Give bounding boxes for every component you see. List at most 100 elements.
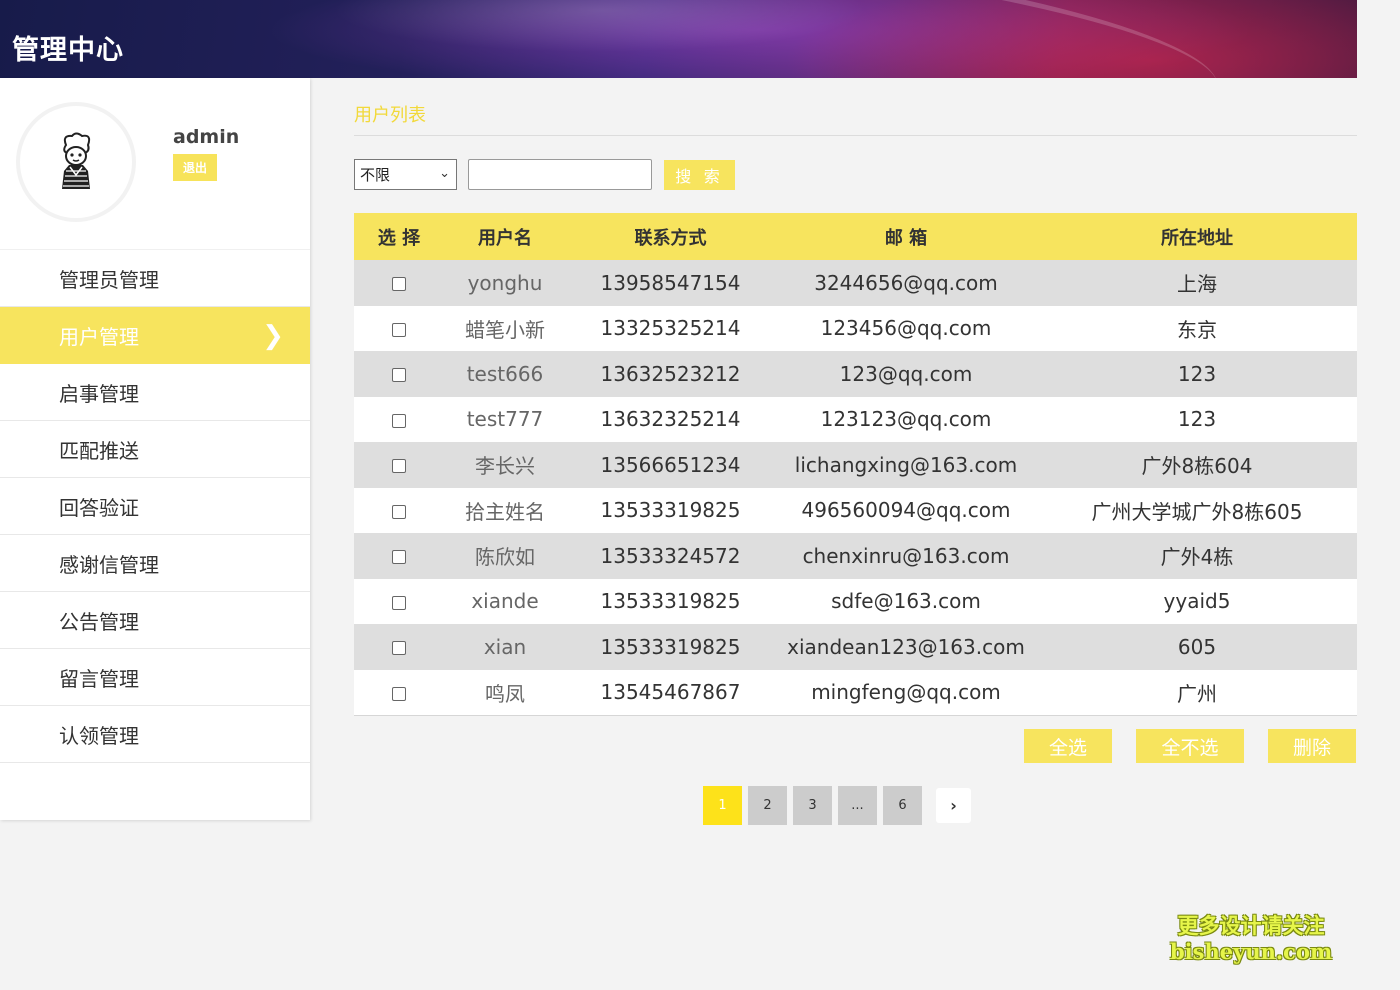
username-cell: 蜡笔小新 bbox=[444, 305, 566, 351]
phone-cell: 13533319825 bbox=[566, 624, 775, 670]
sidebar-item-label: 留言管理 bbox=[59, 666, 139, 691]
row-select-cell bbox=[354, 487, 444, 533]
sidebar-item-announcements[interactable]: 公告管理 bbox=[0, 592, 310, 649]
table-row[interactable]: 鸣凤 13545467867 mingfeng@qq.com 广州 bbox=[354, 669, 1357, 716]
select-none-button[interactable]: 全不选 bbox=[1136, 729, 1244, 763]
sidebar-item-admin[interactable]: 管理员管理 bbox=[0, 250, 310, 307]
sidebar-item-label: 用户管理 bbox=[59, 324, 139, 349]
username-cell: 拾主姓名 bbox=[444, 487, 566, 533]
sidebar-item-messages[interactable]: 留言管理 bbox=[0, 649, 310, 706]
sidebar-item-label: 感谢信管理 bbox=[59, 552, 159, 577]
email-cell: lichangxing@163.com bbox=[775, 442, 1037, 488]
sidebar-item-label: 认领管理 bbox=[59, 723, 139, 748]
row-select-cell bbox=[354, 260, 444, 306]
page-button-1[interactable]: 1 bbox=[703, 786, 742, 825]
username-cell: yonghu bbox=[444, 260, 566, 306]
sidebar-item-label: 启事管理 bbox=[59, 381, 139, 406]
select-all-button[interactable]: 全选 bbox=[1024, 729, 1112, 763]
address-cell: 广州大学城广外8栋605 bbox=[1037, 487, 1357, 533]
phone-cell: 13533324572 bbox=[566, 533, 775, 579]
delete-button[interactable]: 删除 bbox=[1268, 729, 1356, 763]
sidebar-item-answer-verify[interactable]: 回答验证 bbox=[0, 478, 310, 535]
table-body: yonghu 13958547154 3244656@qq.com 上海 蜡笔小新 133… bbox=[354, 260, 1357, 716]
table-row[interactable]: yonghu 13958547154 3244656@qq.com 上海 bbox=[354, 260, 1357, 306]
table-row[interactable]: 李长兴 13566651234 lichangxing@163.com 广外8栋604 bbox=[354, 442, 1357, 488]
row-checkbox[interactable] bbox=[392, 277, 406, 292]
sidebar-item-label: 公告管理 bbox=[59, 609, 139, 634]
watermark-line1: 更多设计请关注 bbox=[1177, 914, 1325, 938]
sidebar-item-notices[interactable]: 启事管理 bbox=[0, 364, 310, 421]
column-header-phone: 联系方式 bbox=[566, 213, 775, 260]
column-header-address: 所在地址 bbox=[1037, 213, 1357, 260]
chevron-right-icon: ❯ bbox=[262, 321, 284, 351]
address-cell: 123 bbox=[1037, 351, 1357, 397]
row-checkbox[interactable] bbox=[392, 322, 406, 337]
sidebar-item-thanks[interactable]: 感谢信管理 bbox=[0, 535, 310, 592]
row-select-cell bbox=[354, 669, 444, 716]
phone-cell: 13958547154 bbox=[566, 260, 775, 306]
table-row[interactable]: test666 13632523212 123@qq.com 123 bbox=[354, 351, 1357, 397]
search-button[interactable]: 搜 索 bbox=[664, 160, 735, 190]
chevron-down-icon: ⌄ bbox=[439, 166, 450, 181]
table-row[interactable]: 蜡笔小新 13325325214 123456@qq.com 东京 bbox=[354, 305, 1357, 351]
app-title: 管理中心 bbox=[12, 35, 124, 66]
watermark: 更多设计请关注 bisheyun.com bbox=[1170, 913, 1332, 965]
row-select-cell bbox=[354, 305, 444, 351]
row-select-cell bbox=[354, 578, 444, 624]
row-checkbox[interactable] bbox=[392, 413, 406, 428]
email-cell: 123@qq.com bbox=[775, 351, 1037, 397]
address-cell: 605 bbox=[1037, 624, 1357, 670]
sidebar: admin 退出 管理员管理 用户管理 ❯ 启事管理 匹配推送 回答验证 感谢信管… bbox=[0, 78, 310, 820]
sidebar-item-claims[interactable]: 认领管理 bbox=[0, 706, 310, 763]
address-cell: 广外8栋604 bbox=[1037, 442, 1357, 488]
header-banner: 管理中心 bbox=[0, 0, 1357, 78]
table-row[interactable]: xian 13533319825 xiandean123@163.com 605 bbox=[354, 624, 1357, 670]
username-cell: xiande bbox=[444, 578, 566, 624]
sidebar-item-match-push[interactable]: 匹配推送 bbox=[0, 421, 310, 478]
page-button-2[interactable]: 2 bbox=[748, 786, 787, 825]
table-row[interactable]: xiande 13533319825 sdfe@163.com yyaid5 bbox=[354, 578, 1357, 624]
next-page-button[interactable]: › bbox=[936, 788, 971, 823]
column-header-username: 用户名 bbox=[444, 213, 566, 260]
email-cell: xiandean123@163.com bbox=[775, 624, 1037, 670]
avatar[interactable] bbox=[16, 102, 136, 222]
table-row[interactable]: test777 13632325214 123123@qq.com 123 bbox=[354, 396, 1357, 442]
username-cell: 鸣凤 bbox=[444, 669, 566, 716]
row-checkbox[interactable] bbox=[392, 686, 406, 701]
row-checkbox[interactable] bbox=[392, 595, 406, 610]
row-checkbox[interactable] bbox=[392, 550, 406, 565]
row-checkbox[interactable] bbox=[392, 368, 406, 383]
username-cell: 陈欣如 bbox=[444, 533, 566, 579]
email-cell: 3244656@qq.com bbox=[775, 260, 1037, 306]
page-button-3[interactable]: 3 bbox=[793, 786, 832, 825]
row-checkbox[interactable] bbox=[392, 504, 406, 519]
phone-cell: 13325325214 bbox=[566, 305, 775, 351]
title-divider bbox=[354, 135, 1357, 136]
search-input[interactable] bbox=[468, 159, 652, 190]
row-checkbox[interactable] bbox=[392, 641, 406, 656]
filter-select[interactable]: 不限 ⌄ bbox=[354, 159, 457, 190]
page-ellipsis: ... bbox=[838, 786, 877, 825]
row-checkbox[interactable] bbox=[392, 459, 406, 474]
watermark-line2: bisheyun.com bbox=[1170, 939, 1333, 964]
sidebar-item-label: 匹配推送 bbox=[59, 438, 139, 463]
table-row[interactable]: 拾主姓名 13533319825 496560094@qq.com 广州大学城广外8栋… bbox=[354, 487, 1357, 533]
page-button-6[interactable]: 6 bbox=[883, 786, 922, 825]
user-table: 选 择 用户名 联系方式 邮 箱 所在地址 yonghu 13958547154 3… bbox=[354, 213, 1357, 716]
phone-cell: 13632325214 bbox=[566, 396, 775, 442]
email-cell: chenxinru@163.com bbox=[775, 533, 1037, 579]
header-decoration bbox=[314, 0, 1226, 78]
username-cell: xian bbox=[444, 624, 566, 670]
email-cell: sdfe@163.com bbox=[775, 578, 1037, 624]
sidebar-item-users[interactable]: 用户管理 ❯ bbox=[0, 307, 310, 364]
logout-button[interactable]: 退出 bbox=[173, 154, 217, 181]
phone-cell: 13545467867 bbox=[566, 669, 775, 716]
row-select-cell bbox=[354, 442, 444, 488]
user-cartoon-icon bbox=[62, 132, 91, 189]
table-row[interactable]: 陈欣如 13533324572 chenxinru@163.com 广外4栋 bbox=[354, 533, 1357, 579]
sidebar-menu: 管理员管理 用户管理 ❯ 启事管理 匹配推送 回答验证 感谢信管理 公告管理 留言… bbox=[0, 250, 310, 763]
address-cell: 123 bbox=[1037, 396, 1357, 442]
column-header-select: 选 择 bbox=[354, 213, 444, 260]
chevron-right-icon: › bbox=[950, 796, 957, 815]
username-cell: 李长兴 bbox=[444, 442, 566, 488]
